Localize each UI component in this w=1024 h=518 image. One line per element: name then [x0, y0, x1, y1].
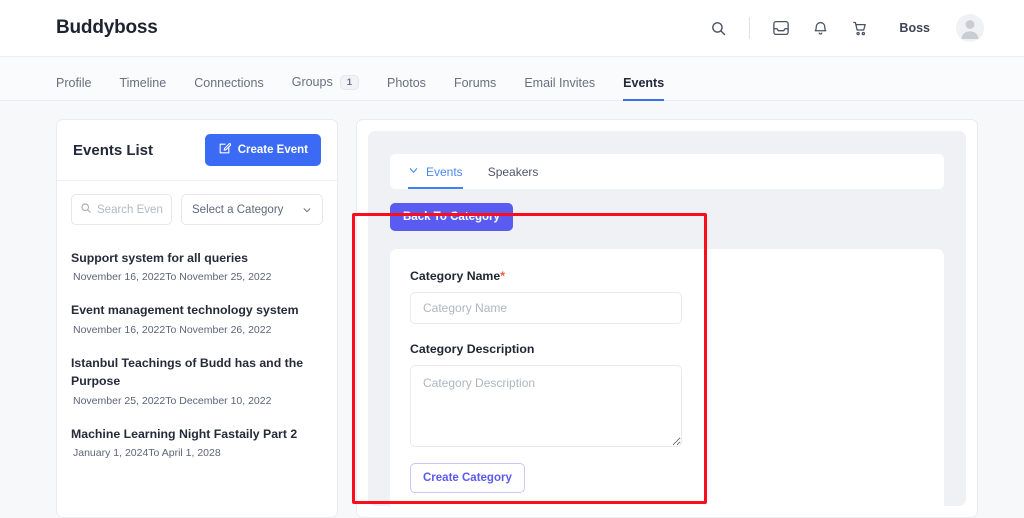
nav-item-profile[interactable]: Profile: [56, 76, 91, 100]
header-actions: Boss: [707, 14, 984, 42]
create-category-button[interactable]: Create Category: [410, 463, 525, 493]
category-name-input[interactable]: [410, 292, 682, 324]
profile-nav-tabs: Profile Timeline Connections Groups 1 Ph…: [0, 57, 1024, 101]
search-icon: [80, 201, 92, 219]
search-event-box[interactable]: [71, 194, 172, 225]
events-list: Support system for all queries November …: [57, 238, 337, 468]
nav-item-label: Timeline: [119, 76, 167, 90]
nav-item-label: Connections: [194, 76, 264, 90]
inbox-icon[interactable]: [770, 17, 792, 39]
tab-label: Speakers: [487, 164, 539, 179]
event-dates: November 16, 2022To November 25, 2022: [73, 271, 272, 284]
nav-item-label: Groups: [291, 75, 333, 90]
edit-square-icon: [218, 142, 231, 158]
create-category-form: Category Name* Category Description Crea…: [390, 249, 944, 506]
page-body: Events List Create Event Search Events S…: [0, 101, 1024, 518]
category-name-label: Category Name*: [410, 269, 924, 283]
top-header-bar: Buddyboss Boss: [0, 0, 1024, 57]
category-description-label: Category Description: [410, 342, 535, 356]
tab-speakers[interactable]: Speakers: [488, 154, 539, 189]
nav-item-label: Profile: [56, 76, 92, 90]
category-select[interactable]: Select a Category: [181, 194, 323, 225]
groups-count-badge: 1: [339, 74, 360, 90]
nav-item-email-invites[interactable]: Email Invites: [524, 76, 595, 100]
cart-icon[interactable]: [848, 17, 870, 39]
event-title: Support system for all queries: [71, 251, 248, 265]
list-item[interactable]: Event management technology system Novem…: [57, 292, 337, 344]
event-title: Istanbul Teachings of Budd has and the P…: [71, 355, 304, 389]
search-icon[interactable]: [707, 17, 729, 39]
nav-item-label: Events: [623, 76, 665, 90]
header-divider: [749, 17, 751, 39]
nav-item-forums[interactable]: Forums: [454, 76, 496, 100]
main-content-card: Events Speakers Back To Category Categor…: [356, 119, 978, 518]
nav-item-photos[interactable]: Photos: [387, 76, 426, 100]
nav-item-connections[interactable]: Connections: [194, 76, 264, 100]
event-dates: November 25, 2022To December 10, 2022: [73, 394, 272, 407]
sidebar-filters: Select a Category: [57, 181, 337, 238]
search-input[interactable]: [97, 203, 163, 216]
create-event-button[interactable]: Create Event: [204, 134, 321, 166]
tab-label: Events: [426, 164, 463, 179]
category-select-label: Select a Category: [192, 203, 284, 216]
tab-events[interactable]: Events: [408, 154, 463, 189]
create-category-button-label: Create Category: [423, 472, 512, 484]
nav-item-label: Photos: [387, 76, 426, 90]
required-asterisk: *: [500, 269, 506, 283]
page-title: Events List: [73, 141, 154, 159]
event-title: Event management technology system: [71, 303, 299, 318]
content-tabs: Events Speakers: [390, 154, 944, 189]
category-description-textarea[interactable]: [410, 365, 682, 447]
bell-icon[interactable]: [809, 17, 831, 39]
event-dates: January 1, 2024To April 1, 2028: [73, 447, 221, 460]
chevron-down-icon: [408, 165, 419, 179]
back-to-category-button[interactable]: Back To Category: [390, 203, 513, 231]
chevron-down-icon: [302, 205, 312, 215]
events-sidebar: Events List Create Event Search Events S…: [56, 119, 338, 518]
avatar[interactable]: [956, 14, 984, 42]
list-item[interactable]: Istanbul Teachings of Budd has and the P…: [57, 345, 337, 416]
back-to-category-button-label: Back To Category: [403, 211, 500, 223]
event-title: Machine Learning Night Fastaily Part 2: [71, 426, 298, 441]
sidebar-header: Events List Create Event: [57, 120, 337, 181]
nav-item-label: Email Invites: [524, 76, 596, 90]
category-form-area: Back To Category Category Name* Category…: [390, 189, 944, 506]
list-item[interactable]: Support system for all queries November …: [57, 240, 337, 292]
event-dates: November 16, 2022To November 26, 2022: [73, 323, 272, 336]
list-item[interactable]: Machine Learning Night Fastaily Part 2 J…: [57, 416, 337, 468]
user-name-label[interactable]: Boss: [899, 21, 930, 35]
category-name-label-text: Category Name: [410, 269, 501, 283]
brand-logo[interactable]: Buddyboss: [56, 17, 158, 39]
nav-item-label: Forums: [453, 76, 497, 90]
nav-item-events[interactable]: Events: [623, 76, 665, 101]
nav-item-timeline[interactable]: Timeline: [119, 76, 166, 100]
nav-item-groups[interactable]: Groups 1: [291, 74, 360, 101]
content-inner-panel: Events Speakers Back To Category Categor…: [368, 131, 966, 506]
create-event-button-label: Create Event: [237, 144, 308, 156]
